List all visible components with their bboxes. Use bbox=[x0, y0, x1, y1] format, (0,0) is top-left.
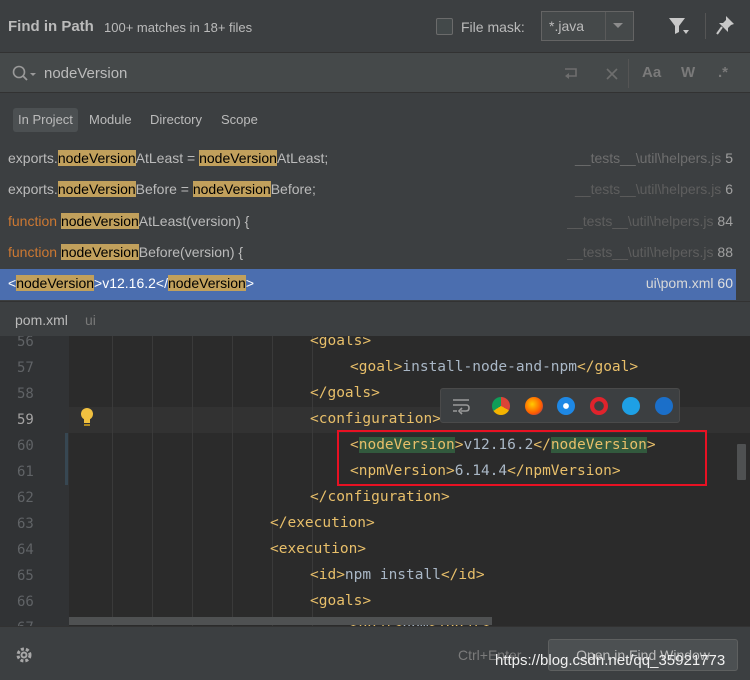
list-item-selected[interactable]: <nodeVersion>v12.16.2</nodeVersion> ui\p… bbox=[0, 269, 736, 300]
code-preview[interactable]: 56 57 58 59 60 61 62 63 64 65 66 67 <goa… bbox=[0, 336, 750, 626]
scrollbar[interactable] bbox=[736, 144, 750, 301]
result-text: function nodeVersionAtLeast(version) { bbox=[8, 213, 250, 229]
line-number: 66 bbox=[17, 594, 34, 610]
line-number: 65 bbox=[17, 568, 34, 584]
line-number: 57 bbox=[17, 360, 34, 376]
file-mask-select[interactable]: *.java bbox=[541, 11, 634, 41]
code-line: <goal>install-node-and-npm</goal> bbox=[350, 359, 639, 375]
watermark: https://blog.csdn.net/qq_35921773 bbox=[495, 652, 726, 669]
pin-icon[interactable] bbox=[716, 15, 736, 35]
annotation-box bbox=[337, 430, 707, 486]
match-case-icon[interactable]: Aa bbox=[642, 64, 661, 81]
result-location: __tests__\util\helpers.js 6 bbox=[575, 181, 733, 197]
list-item[interactable]: function nodeVersionAtLeast(version) { _… bbox=[0, 207, 750, 238]
line-number: 64 bbox=[17, 542, 34, 558]
opera-icon[interactable] bbox=[590, 397, 608, 415]
gear-icon[interactable] bbox=[14, 645, 34, 665]
code-line: </configuration> bbox=[310, 489, 450, 505]
line-number: 60 bbox=[17, 438, 34, 454]
close-icon[interactable] bbox=[605, 67, 619, 81]
line-number: 62 bbox=[17, 490, 34, 506]
browser-popup bbox=[440, 388, 680, 423]
chevron-down-icon[interactable] bbox=[613, 23, 623, 28]
tab-in-project[interactable]: In Project bbox=[13, 108, 78, 132]
line-number: 59 bbox=[17, 412, 34, 428]
tab-directory[interactable]: Directory bbox=[145, 108, 207, 132]
indent-guide bbox=[272, 336, 273, 626]
safari-icon[interactable] bbox=[557, 397, 575, 415]
scope-bar: In Project Module Directory Scope bbox=[0, 93, 750, 144]
divider bbox=[628, 59, 629, 88]
scrollbar-thumb[interactable] bbox=[737, 444, 746, 480]
filter-icon[interactable] bbox=[668, 16, 690, 36]
indent-guide bbox=[152, 336, 153, 626]
line-number: 56 bbox=[17, 336, 34, 350]
result-location: __tests__\util\helpers.js 5 bbox=[575, 150, 733, 166]
list-item[interactable]: function nodeVersionBefore(version) { __… bbox=[0, 238, 750, 269]
match-count: 100+ matches in 18+ files bbox=[104, 20, 253, 35]
horizontal-scrollbar[interactable] bbox=[69, 617, 492, 625]
result-text: exports.nodeVersionBefore = nodeVersionB… bbox=[8, 181, 316, 197]
edge-icon[interactable] bbox=[655, 397, 673, 415]
list-item[interactable]: exports.nodeVersionAtLeast = nodeVersion… bbox=[0, 144, 750, 175]
result-text: function nodeVersionBefore(version) { bbox=[8, 244, 244, 260]
file-mask-label: File mask: bbox=[461, 19, 525, 35]
results-list: exports.nodeVersionAtLeast = nodeVersion… bbox=[0, 144, 750, 301]
tab-module[interactable]: Module bbox=[84, 108, 137, 132]
lightbulb-icon[interactable] bbox=[79, 407, 95, 427]
code-line: <execution> bbox=[270, 541, 367, 557]
tab-scope[interactable]: Scope bbox=[216, 108, 263, 132]
code-line: <id>npm install</id> bbox=[310, 567, 485, 583]
preview-file-bar: pom.xml ui bbox=[0, 301, 750, 336]
line-number: 58 bbox=[17, 386, 34, 402]
preview-file-dir: ui bbox=[85, 312, 96, 328]
search-input[interactable] bbox=[44, 62, 544, 84]
line-number: 61 bbox=[17, 464, 34, 480]
firefox-icon[interactable] bbox=[525, 397, 543, 415]
change-marker bbox=[65, 433, 68, 485]
dialog-header: Find in Path 100+ matches in 18+ files F… bbox=[0, 0, 750, 52]
code-line: <goals> bbox=[310, 336, 372, 349]
result-text: exports.nodeVersionAtLeast = nodeVersion… bbox=[8, 150, 329, 166]
indent-guide bbox=[232, 336, 233, 626]
line-gutter bbox=[0, 336, 69, 626]
code-line: </goals> bbox=[310, 385, 380, 401]
soft-wrap-icon[interactable] bbox=[451, 397, 471, 415]
indent-guide bbox=[192, 336, 193, 626]
chrome-icon[interactable] bbox=[492, 397, 510, 415]
code-line: <goals> bbox=[310, 593, 372, 609]
result-location: __tests__\util\helpers.js 88 bbox=[567, 244, 733, 260]
indent-guide bbox=[112, 336, 113, 626]
preview-file-name: pom.xml bbox=[15, 312, 68, 328]
file-mask-value: *.java bbox=[549, 18, 585, 34]
dialog-footer: Ctrl+Enter Open in Find Window https://b… bbox=[0, 626, 750, 680]
internet-explorer-icon[interactable] bbox=[622, 397, 640, 415]
result-text: <nodeVersion>v12.16.2</nodeVersion> bbox=[8, 275, 255, 291]
words-icon[interactable]: W bbox=[681, 64, 695, 81]
divider bbox=[605, 12, 606, 40]
file-mask-checkbox[interactable] bbox=[436, 18, 453, 35]
list-item[interactable]: exports.nodeVersionBefore = nodeVersionB… bbox=[0, 175, 750, 206]
result-location: ui\pom.xml 60 bbox=[645, 275, 733, 291]
divider bbox=[705, 13, 706, 39]
code-line: <configuration> bbox=[310, 411, 441, 427]
search-bar: Aa W .* bbox=[0, 52, 750, 93]
search-icon[interactable] bbox=[12, 65, 38, 83]
replace-icon[interactable] bbox=[562, 66, 580, 82]
regex-icon[interactable]: .* bbox=[718, 64, 728, 81]
line-number: 63 bbox=[17, 516, 34, 532]
result-location: __tests__\util\helpers.js 84 bbox=[567, 213, 733, 229]
dialog-title: Find in Path bbox=[8, 18, 94, 35]
code-line: </execution> bbox=[270, 515, 375, 531]
